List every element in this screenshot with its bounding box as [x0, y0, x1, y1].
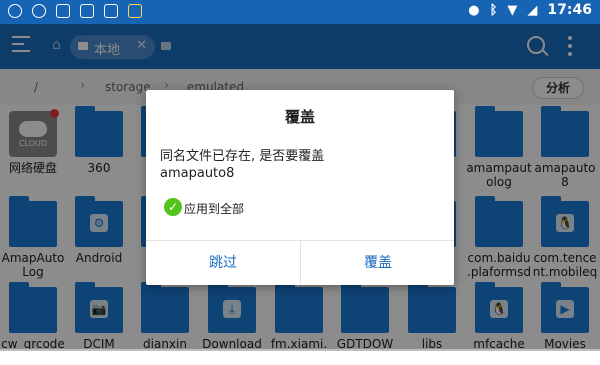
dialog-message-line: 同名文件已存在, 是否要覆盖	[160, 149, 325, 164]
overwrite-button[interactable]: 覆盖	[301, 241, 455, 285]
status-bar-system: ● ᛒ ▼ ◢ 17:46	[468, 2, 592, 18]
bluetooth-icon: ᛒ	[489, 2, 498, 18]
skip-button[interactable]: 跳过	[146, 241, 300, 285]
signal-icon: ◢	[527, 2, 538, 18]
status-bar: ● ᛒ ▼ ◢ 17:46	[0, 0, 600, 24]
apply-all-checkbox[interactable]: ✓	[164, 198, 182, 216]
location-icon: ●	[468, 2, 480, 18]
lock-icon	[128, 4, 142, 18]
shield-icon	[32, 4, 46, 18]
image-icon	[104, 4, 118, 18]
apply-all-label[interactable]: 应用到全部	[184, 200, 244, 217]
messenger-icon	[8, 4, 22, 18]
overwrite-dialog: 覆盖 同名文件已存在, 是否要覆盖 amapauto8 ✓ 应用到全部 跳过 覆…	[146, 90, 454, 285]
wifi-icon: ▼	[507, 2, 518, 18]
dialog-filename: amapauto8	[160, 166, 235, 181]
dialog-title: 覆盖	[284, 108, 315, 126]
notification-icon	[56, 4, 70, 18]
gallery-icon	[80, 4, 94, 18]
status-bar-notifications	[8, 4, 142, 18]
status-time: 17:46	[547, 2, 592, 18]
dialog-message: 同名文件已存在, 是否要覆盖 amapauto8	[160, 148, 440, 182]
